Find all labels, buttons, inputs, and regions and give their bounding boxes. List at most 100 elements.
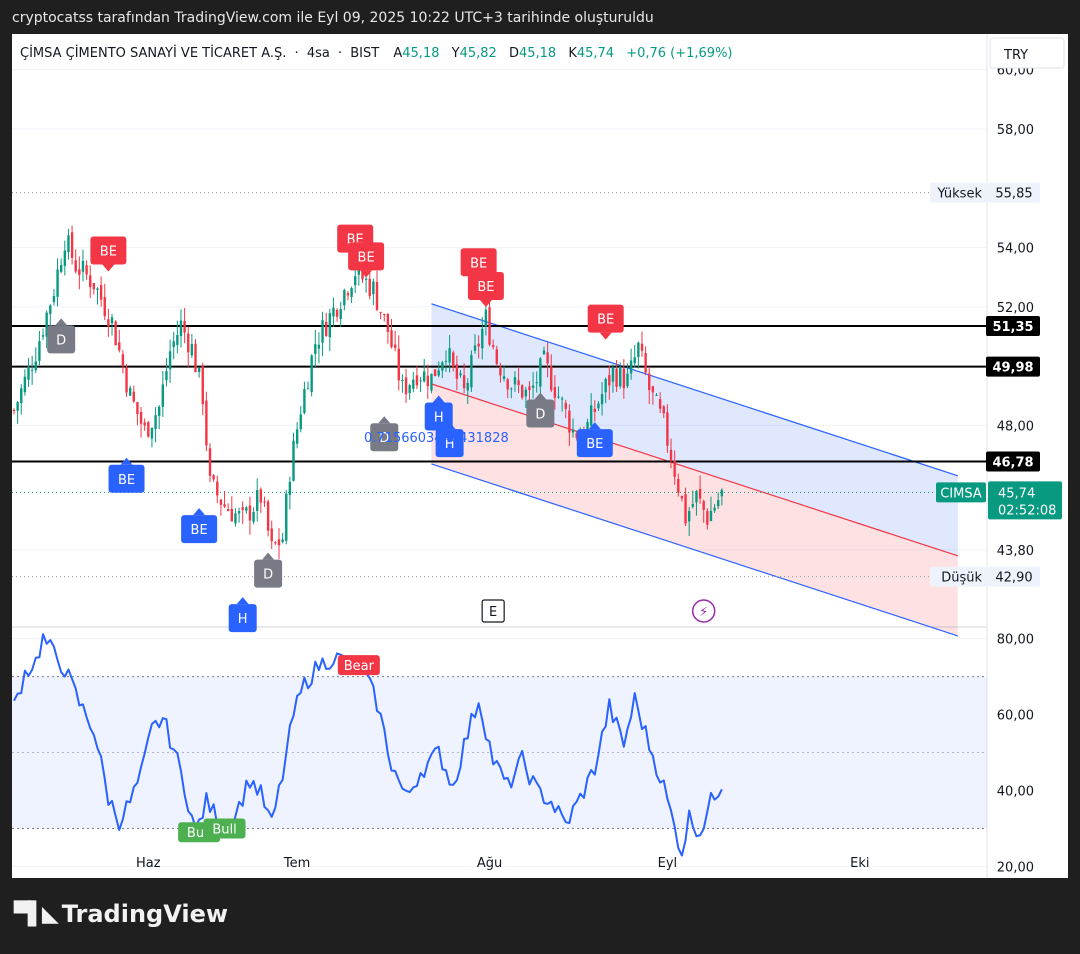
fib-annotation: 0.7156603448431828 bbox=[364, 431, 509, 446]
signal-text: BE bbox=[100, 244, 117, 259]
close-value: 45,74 bbox=[577, 46, 614, 61]
symbol-name: ÇİMSA ÇİMENTO SANAYİ VE TİCARET A.Ş. bbox=[20, 45, 286, 61]
signal-bear-label: Bear bbox=[337, 655, 380, 676]
candle-body bbox=[629, 360, 633, 374]
candle-body bbox=[644, 352, 647, 373]
candle-body bbox=[448, 348, 451, 363]
signal-text: BE bbox=[597, 313, 614, 328]
open-label: A bbox=[393, 46, 402, 61]
time-axis-label: Tem bbox=[283, 856, 310, 871]
candle-body bbox=[517, 380, 520, 386]
candle-body bbox=[368, 278, 371, 296]
candle-body bbox=[49, 305, 52, 314]
candle-body bbox=[168, 351, 172, 370]
candle-body bbox=[147, 422, 150, 437]
time-axis-label: Eyl bbox=[658, 856, 678, 871]
high-label: Y bbox=[451, 46, 460, 61]
candle-body bbox=[259, 489, 263, 503]
tradingview-logo[interactable]: ▀▌◣ TradingView bbox=[14, 900, 228, 928]
candle-body bbox=[121, 354, 125, 367]
low-label: D bbox=[509, 46, 519, 61]
candle-body bbox=[528, 386, 531, 391]
candle-body bbox=[63, 250, 67, 266]
candle-body bbox=[277, 539, 281, 546]
candle-body bbox=[110, 317, 114, 324]
candle-body bbox=[245, 507, 248, 511]
candle-body bbox=[499, 366, 502, 376]
candle-body bbox=[354, 276, 357, 286]
candle-body bbox=[92, 283, 96, 290]
candle-body bbox=[230, 508, 233, 522]
candle-body bbox=[666, 412, 669, 446]
candle-body bbox=[328, 313, 332, 338]
candle-body bbox=[89, 275, 92, 288]
candle-body bbox=[698, 488, 702, 499]
signal-text: D bbox=[263, 568, 273, 583]
candle-body bbox=[397, 348, 400, 381]
candle-body bbox=[648, 373, 651, 391]
candle-body bbox=[426, 375, 430, 387]
candle-body bbox=[306, 388, 310, 390]
candle-body bbox=[393, 344, 397, 348]
candle-body bbox=[281, 539, 284, 543]
candle-body bbox=[717, 500, 720, 507]
candle-body bbox=[673, 460, 676, 477]
candle-body bbox=[691, 504, 695, 507]
candle-body bbox=[136, 402, 139, 415]
candle-body bbox=[252, 512, 255, 522]
candle-body bbox=[12, 410, 16, 412]
candle-body bbox=[568, 410, 571, 433]
candle-body bbox=[310, 355, 313, 392]
candle-body bbox=[81, 260, 85, 272]
candle-body bbox=[422, 371, 426, 382]
signal-text: BE bbox=[586, 437, 603, 452]
candle-body bbox=[662, 406, 665, 414]
candle-body bbox=[546, 352, 549, 364]
candle-body bbox=[161, 384, 165, 407]
chart-svg[interactable]: BEBEBE BEBEBEDDDDBEBEBEHHHBull BullBearE ⚡ … bbox=[12, 34, 1068, 878]
extreme-label-text: Düşük bbox=[941, 571, 982, 586]
brand-label: TradingView bbox=[61, 900, 229, 928]
candle-body bbox=[604, 378, 607, 393]
candle-body bbox=[615, 368, 618, 387]
candle-body bbox=[560, 398, 564, 400]
extreme-value-text: 42,90 bbox=[995, 571, 1032, 586]
hline-price-text: 51,35 bbox=[992, 320, 1033, 335]
candle-body bbox=[626, 373, 629, 387]
rsi-band-layer bbox=[12, 676, 987, 829]
candle-body bbox=[154, 415, 157, 429]
candle-body bbox=[165, 371, 168, 381]
candle-body bbox=[550, 366, 553, 391]
candle-body bbox=[506, 379, 509, 390]
candle-body bbox=[114, 321, 117, 346]
candle-body bbox=[20, 388, 23, 403]
candle-body bbox=[687, 511, 691, 522]
current-price-text: 45,74 bbox=[998, 486, 1035, 501]
candle-body bbox=[553, 387, 557, 398]
signal-text: BE bbox=[118, 473, 135, 488]
candle-body bbox=[201, 366, 204, 405]
candle-body bbox=[510, 388, 513, 390]
candle-body bbox=[637, 342, 640, 358]
candle-body bbox=[194, 343, 197, 373]
candle-body bbox=[256, 490, 259, 511]
candle-body bbox=[437, 370, 440, 376]
symbol-legend[interactable]: ÇİMSA ÇİMENTO SANAYİ VE TİCARET A.Ş. · 4… bbox=[20, 45, 733, 61]
candle-body bbox=[600, 393, 604, 405]
candle-body bbox=[332, 307, 335, 317]
candle-body bbox=[655, 394, 658, 396]
candle-body bbox=[219, 499, 223, 505]
candle-body bbox=[619, 366, 622, 387]
candle-body bbox=[96, 288, 99, 290]
time-axis-label: Eki bbox=[850, 856, 869, 871]
candle-body bbox=[212, 475, 215, 480]
candle-body bbox=[622, 368, 626, 389]
change-value: +0,76 (+1,69%) bbox=[626, 46, 732, 61]
candle-body bbox=[383, 314, 386, 316]
candle-body bbox=[303, 388, 306, 414]
candle-body bbox=[176, 335, 179, 345]
candle-body bbox=[128, 387, 132, 396]
candle-body bbox=[38, 340, 41, 361]
chart-frame[interactable]: BE BE BE BE BE BE D D D D BE BE BE H H H Bull Bull Bear E ⚡ … bbox=[12, 34, 1068, 878]
candle-body bbox=[484, 309, 488, 327]
